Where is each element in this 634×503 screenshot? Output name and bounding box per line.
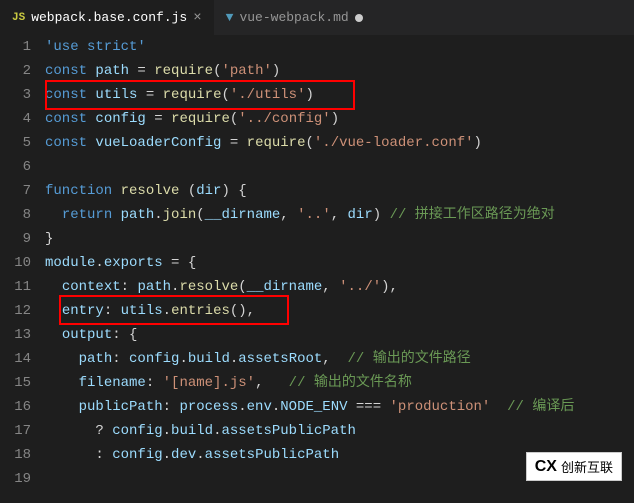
tab-vue-webpack-md[interactable]: ▼ vue-webpack.md: [214, 0, 375, 35]
code-line[interactable]: entry: utils.entries(),: [45, 299, 634, 323]
tab-webpack-base-conf[interactable]: JS webpack.base.conf.js ×: [0, 0, 214, 35]
close-icon[interactable]: ×: [193, 11, 201, 25]
line-number: 13: [0, 323, 31, 347]
editor: 12345678910111213141516171819 'use stric…: [0, 35, 634, 503]
tab-label: vue-webpack.md: [239, 10, 348, 25]
md-file-icon: ▼: [226, 10, 234, 25]
code-line[interactable]: }: [45, 227, 634, 251]
code-line[interactable]: const config = require('../config'): [45, 107, 634, 131]
line-number: 3: [0, 83, 31, 107]
code-line[interactable]: return path.join(__dirname, '..', dir) /…: [45, 203, 634, 227]
code-line[interactable]: ? config.build.assetsPublicPath: [45, 419, 634, 443]
line-number: 17: [0, 419, 31, 443]
code-line[interactable]: const path = require('path'): [45, 59, 634, 83]
code-line[interactable]: filename: '[name].js', // 输出的文件名称: [45, 371, 634, 395]
line-number: 12: [0, 299, 31, 323]
code-line[interactable]: 'use strict': [45, 35, 634, 59]
line-number: 8: [0, 203, 31, 227]
code-line[interactable]: function resolve (dir) {: [45, 179, 634, 203]
line-number: 6: [0, 155, 31, 179]
line-number: 1: [0, 35, 31, 59]
line-number: 9: [0, 227, 31, 251]
line-number: 5: [0, 131, 31, 155]
code-line[interactable]: path: config.build.assetsRoot, // 输出的文件路…: [45, 347, 634, 371]
code-line[interactable]: const vueLoaderConfig = require('./vue-l…: [45, 131, 634, 155]
watermark: CX 创新互联: [526, 452, 622, 481]
tab-bar: JS webpack.base.conf.js × ▼ vue-webpack.…: [0, 0, 634, 35]
line-number: 10: [0, 251, 31, 275]
code-line[interactable]: context: path.resolve(__dirname, '../'),: [45, 275, 634, 299]
code-line[interactable]: module.exports = {: [45, 251, 634, 275]
line-number: 16: [0, 395, 31, 419]
code-line[interactable]: publicPath: process.env.NODE_ENV === 'pr…: [45, 395, 634, 419]
code-line[interactable]: const utils = require('./utils'): [45, 83, 634, 107]
line-number: 14: [0, 347, 31, 371]
line-number: 18: [0, 443, 31, 467]
line-number: 11: [0, 275, 31, 299]
code-line[interactable]: [45, 155, 634, 179]
code-area[interactable]: 'use strict'const path = require('path')…: [45, 35, 634, 503]
line-number: 15: [0, 371, 31, 395]
line-number: 7: [0, 179, 31, 203]
js-file-icon: JS: [12, 12, 25, 24]
watermark-logo-icon: CX: [535, 458, 557, 476]
line-number: 4: [0, 107, 31, 131]
dirty-indicator-icon: [355, 14, 363, 22]
line-number: 19: [0, 467, 31, 491]
code-line[interactable]: output: {: [45, 323, 634, 347]
line-number: 2: [0, 59, 31, 83]
tab-label: webpack.base.conf.js: [31, 10, 187, 25]
watermark-text: 创新互联: [561, 457, 613, 476]
line-number-gutter: 12345678910111213141516171819: [0, 35, 45, 503]
